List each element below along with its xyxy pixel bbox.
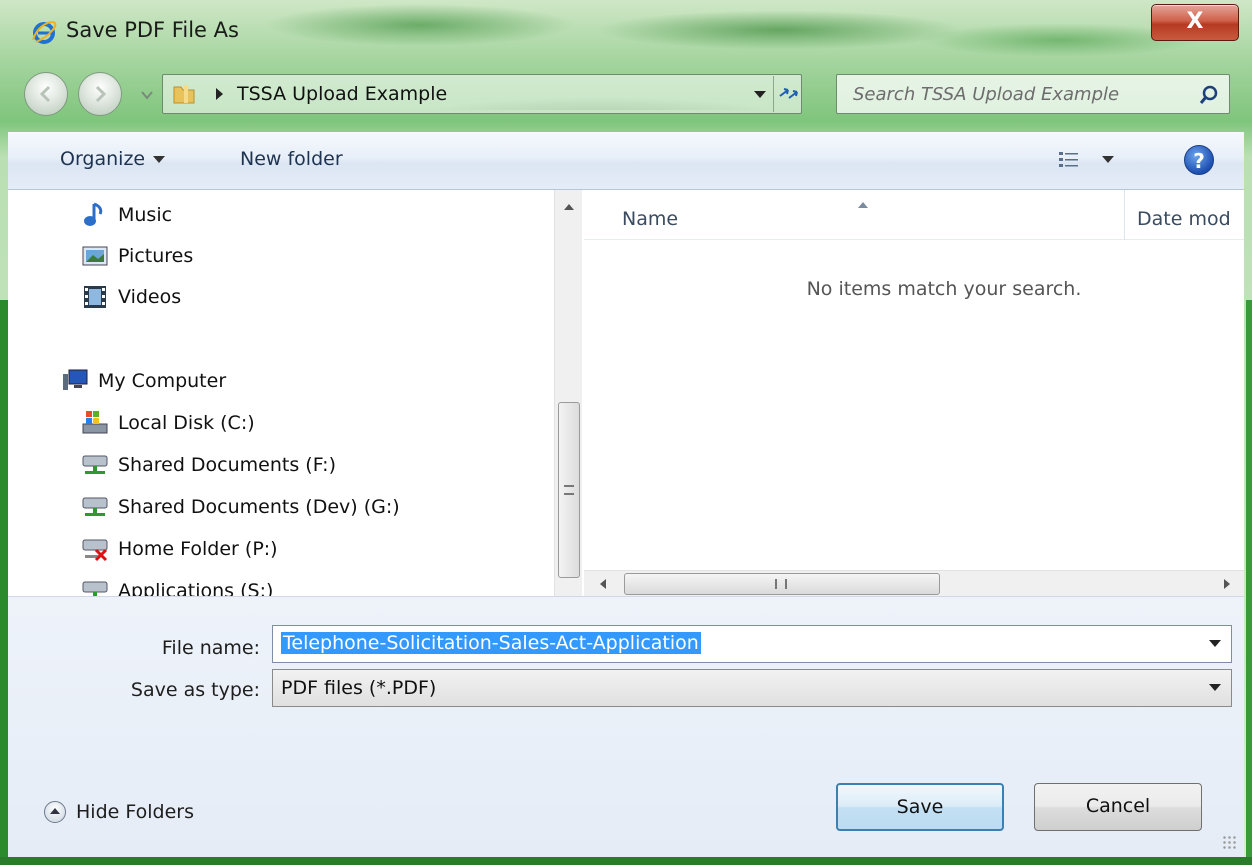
column-header-date-modified[interactable]: Date mod xyxy=(1137,208,1231,230)
search-icon[interactable] xyxy=(1199,85,1219,105)
window-title: Save PDF File As xyxy=(66,18,239,42)
command-toolbar: Organize New folder ? xyxy=(8,132,1244,190)
save-options-panel: File name: Telephone-Solicitation-Sales-… xyxy=(8,596,1244,857)
local-disk-icon xyxy=(80,408,110,438)
save-as-type-value: PDF files (*.PDF) xyxy=(281,677,437,699)
browser-body: Music Pictures Videos My Computer Local … xyxy=(8,190,1244,602)
window-frame: Save PDF File As X TSSA Upload Example S… xyxy=(0,0,1252,865)
scrollbar-thumb[interactable] xyxy=(558,402,580,578)
nav-item-videos[interactable]: Videos xyxy=(80,280,181,314)
nav-item-shared-documents-f[interactable]: Shared Documents (F:) xyxy=(80,448,336,482)
column-header-name[interactable]: Name xyxy=(622,208,678,230)
breadcrumb-current[interactable]: TSSA Upload Example xyxy=(237,83,447,105)
videos-icon xyxy=(80,282,110,312)
scroll-left-icon[interactable] xyxy=(600,579,606,589)
chevron-down-icon xyxy=(153,156,166,163)
back-arrow-icon xyxy=(39,85,51,103)
navigation-pane-scrollbar[interactable] xyxy=(554,190,582,596)
music-icon xyxy=(80,200,110,230)
scroll-up-icon[interactable] xyxy=(564,204,574,210)
file-name-dropdown-icon[interactable] xyxy=(1209,640,1221,647)
refresh-icon xyxy=(779,88,798,99)
help-icon[interactable]: ? xyxy=(1184,145,1214,175)
views-icon[interactable] xyxy=(1058,150,1080,170)
nav-item-music[interactable]: Music xyxy=(80,198,172,232)
nav-item-label: Local Disk (C:) xyxy=(118,412,255,434)
resize-grip-icon[interactable] xyxy=(1222,835,1236,849)
back-button[interactable] xyxy=(24,72,68,116)
navigation-pane: Music Pictures Videos My Computer Local … xyxy=(8,190,582,602)
save-as-type-dropdown-icon[interactable] xyxy=(1209,684,1221,691)
file-list-pane: Name Date mod No items match your search… xyxy=(584,190,1244,596)
cancel-button[interactable]: Cancel xyxy=(1034,783,1202,831)
column-divider[interactable] xyxy=(1124,190,1125,240)
navigation-bar: TSSA Upload Example Search TSSA Upload E… xyxy=(0,66,1252,126)
organize-button[interactable]: Organize xyxy=(60,148,166,170)
nav-item-home-folder-p[interactable]: Home Folder (P:) xyxy=(80,532,278,566)
grip-icon xyxy=(564,485,574,495)
network-drive-icon xyxy=(80,450,110,480)
forward-button[interactable] xyxy=(78,72,122,116)
nav-item-pictures[interactable]: Pictures xyxy=(80,239,193,273)
sort-ascending-icon xyxy=(858,202,868,208)
address-bar[interactable]: TSSA Upload Example xyxy=(162,74,802,114)
internet-explorer-icon xyxy=(32,21,57,44)
network-drive-icon xyxy=(80,492,110,522)
search-box[interactable]: Search TSSA Upload Example xyxy=(836,74,1230,114)
nav-item-label: Music xyxy=(118,204,173,226)
recent-pages-dropdown-icon[interactable] xyxy=(140,88,154,102)
nav-item-label: Home Folder (P:) xyxy=(118,538,278,560)
new-folder-button[interactable]: New folder xyxy=(240,148,343,170)
save-button[interactable]: Save xyxy=(836,783,1004,831)
computer-icon xyxy=(60,366,90,396)
frame-right-edge xyxy=(1246,300,1252,865)
save-as-type-label: Save as type: xyxy=(130,679,260,701)
refresh-button[interactable] xyxy=(773,76,803,112)
save-as-type-select[interactable]: PDF files (*.PDF) xyxy=(272,669,1232,707)
hide-folders-label: Hide Folders xyxy=(76,801,194,823)
column-header-row: Name Date mod xyxy=(584,190,1244,240)
file-list-horizontal-scrollbar[interactable] xyxy=(584,570,1244,596)
collapse-icon xyxy=(44,801,66,823)
hide-folders-button[interactable]: Hide Folders xyxy=(44,801,194,823)
scrollbar-thumb[interactable] xyxy=(624,573,940,595)
organize-label: Organize xyxy=(60,148,146,170)
views-dropdown-icon[interactable] xyxy=(1102,156,1114,163)
nav-item-my-computer[interactable]: My Computer xyxy=(60,364,226,398)
title-bar: Save PDF File As X xyxy=(0,0,1252,66)
nav-item-shared-documents-dev-g[interactable]: Shared Documents (Dev) (G:) xyxy=(80,490,400,524)
nav-item-label: Pictures xyxy=(118,245,194,267)
nav-item-label: Shared Documents (Dev) (G:) xyxy=(118,496,400,518)
scroll-right-icon[interactable] xyxy=(1224,579,1230,589)
frame-left-edge xyxy=(0,300,8,865)
frame-bottom-edge xyxy=(0,857,1252,865)
nav-item-label: Videos xyxy=(118,286,182,308)
breadcrumb-arrow-icon[interactable] xyxy=(213,85,225,103)
search-input[interactable]: Search TSSA Upload Example xyxy=(853,84,1119,105)
empty-list-message: No items match your search. xyxy=(806,278,1082,300)
file-name-field[interactable]: Telephone-Solicitation-Sales-Act-Applica… xyxy=(272,625,1232,663)
nav-item-label: My Computer xyxy=(98,370,227,392)
grip-icon xyxy=(775,579,787,589)
forward-arrow-icon xyxy=(95,85,107,103)
nav-item-label: Shared Documents (F:) xyxy=(118,454,336,476)
file-name-label: File name: xyxy=(161,637,260,659)
nav-item-local-disk[interactable]: Local Disk (C:) xyxy=(80,406,255,440)
close-button[interactable]: X xyxy=(1151,4,1239,41)
folder-icon xyxy=(173,85,195,104)
pictures-icon xyxy=(80,241,110,271)
disconnected-drive-icon xyxy=(80,534,110,564)
address-dropdown-icon[interactable] xyxy=(751,87,769,101)
file-name-value[interactable]: Telephone-Solicitation-Sales-Act-Applica… xyxy=(281,632,701,654)
